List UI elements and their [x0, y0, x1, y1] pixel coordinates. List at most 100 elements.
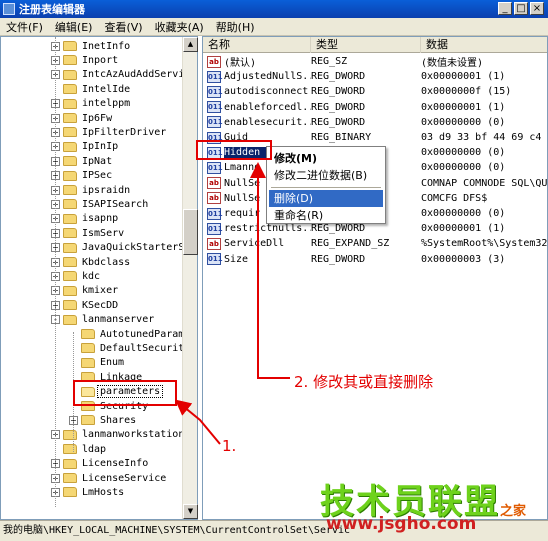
tree-item[interactable]: + LicenseInfo [51, 457, 150, 471]
context-menu: 修改(M) 修改二进位数据(B) 删除(D) 重命名(R) [266, 146, 386, 224]
minimize-button[interactable]: _ [498, 2, 512, 15]
tree-item-label: Inport [82, 54, 119, 66]
tree-guide-line [55, 37, 56, 507]
tree-item[interactable]: + ISAPISearch [51, 197, 150, 211]
tree-item[interactable]: ldap [51, 442, 108, 456]
tree-item[interactable]: + JavaQuickStarterSe [51, 241, 192, 255]
scroll-down-arrow-icon[interactable]: ▼ [183, 504, 198, 519]
string-value-icon: ab [207, 237, 221, 250]
tree-item-label: KSecDD [82, 299, 119, 311]
folder-icon [63, 127, 77, 138]
tree-item-label: Ip6Fw [82, 112, 113, 124]
tree-item[interactable]: + IpNat [51, 154, 114, 168]
string-value-icon: ab [207, 177, 221, 190]
value-row[interactable]: 011 AdjustedNullS... REG_DWORD 0x00000001 (… [203, 69, 547, 84]
tree-item-label: lanmanworkstation [82, 429, 185, 441]
highlight-box-parameters-key [73, 380, 177, 406]
value-data: 0x00000000 (0) [421, 147, 506, 159]
value-data: 0x00000001 (1) [421, 71, 506, 83]
tree-item[interactable]: Enum [69, 356, 126, 370]
tree-item-label: intelppm [82, 98, 131, 110]
folder-icon [63, 156, 77, 167]
tree-item[interactable]: + isapnp [51, 212, 120, 226]
string-value-icon: ab [207, 192, 221, 205]
context-menu-modify[interactable]: 修改(M) [269, 150, 383, 167]
folder-icon [81, 329, 95, 339]
tree-item[interactable]: + InetInfo [51, 39, 132, 53]
value-row[interactable]: ab (默认) REG_SZ (数值未设置) [203, 54, 547, 69]
regedit-app-icon [3, 3, 15, 15]
tree-item-label: IpNat [82, 155, 113, 167]
value-row[interactable]: 011 enablesecurit... REG_DWORD 0x00000000 (… [203, 115, 547, 130]
context-menu-rename[interactable]: 重命名(R) [269, 207, 383, 224]
folder-icon [63, 98, 77, 109]
menu-favorites[interactable]: 收藏夹(A) [149, 19, 210, 35]
context-menu-modify-binary[interactable]: 修改二进位数据(B) [269, 167, 383, 184]
context-menu-separator [271, 187, 381, 188]
value-type: REG_DWORD [311, 253, 366, 265]
folder-icon [63, 170, 77, 181]
value-data: 0x00000003 (3) [421, 253, 506, 265]
value-row[interactable]: 011 autodisconnect REG_DWORD 0x0000000f (15… [203, 84, 547, 99]
tree-item[interactable]: DefaultSecurity [69, 341, 192, 355]
value-data: 0x00000001 (1) [421, 223, 506, 235]
value-row[interactable]: 011 Size REG_DWORD 0x00000003 (3) [203, 252, 547, 267]
registry-key-tree[interactable]: + InetInfo + Inport + IntcAzAudAddServic Intel… [0, 36, 198, 520]
tree-item[interactable]: + IpFilterDriver [51, 125, 168, 139]
folder-icon [63, 300, 77, 311]
tree-vertical-scrollbar[interactable]: ▲ ▼ [182, 37, 198, 519]
tree-item[interactable]: + lanmanworkstation [51, 428, 186, 442]
scroll-thumb[interactable] [183, 209, 198, 255]
tree-item-label: InetInfo [82, 40, 131, 52]
value-data: COMNAP COMNODE SQL\QUE [421, 177, 548, 189]
registry-values-list[interactable]: 名称 类型 数据 ab (默认) REG_SZ (数值未设置) 011 AdjustedN… [202, 36, 548, 520]
menu-view[interactable]: 查看(V) [98, 19, 148, 35]
tree-item[interactable]: AutotunedParame [69, 327, 192, 341]
tree-item[interactable]: + IPSec [51, 169, 114, 183]
column-header-name[interactable]: 名称 [203, 37, 311, 53]
tree-item[interactable]: - lanmanserver [51, 313, 156, 327]
tree-item-label: LicenseService [82, 472, 167, 484]
menu-file[interactable]: 文件(F) [0, 19, 49, 35]
tree-item[interactable]: + kdc [51, 269, 102, 283]
tree-item[interactable]: + ipsraidn [51, 183, 132, 197]
folder-icon [63, 213, 77, 224]
tree-item-label: kdc [82, 270, 101, 282]
tree-item-label: Kbdclass [82, 256, 131, 268]
tree-item[interactable]: + Inport [51, 53, 120, 67]
value-data: 0x00000001 (1) [421, 101, 506, 113]
value-row[interactable]: ab ServiceDll REG_EXPAND_SZ %SystemRoot%\Sy… [203, 236, 547, 251]
tree-item[interactable]: + KSecDD [51, 298, 120, 312]
watermark-url: www.jsgho.com [326, 514, 477, 534]
tree-item[interactable]: + IpInIp [51, 140, 120, 154]
tree-item[interactable]: + LicenseService [51, 471, 168, 485]
value-data: 0x00000000 (0) [421, 116, 506, 128]
title-bar[interactable]: 注册表编辑器 _ □ × [0, 0, 548, 18]
maximize-button[interactable]: □ [514, 2, 528, 15]
value-row[interactable]: 011 enableforcedl... REG_DWORD 0x00000001 (… [203, 100, 547, 115]
binary-value-icon: 011 [207, 161, 223, 174]
close-button[interactable]: × [530, 2, 544, 15]
tree-item[interactable]: + IntcAzAudAddServic [51, 68, 192, 82]
menu-help[interactable]: 帮助(H) [210, 19, 261, 35]
folder-icon [63, 84, 77, 95]
tree-item-label: LicenseInfo [82, 458, 149, 470]
scroll-up-arrow-icon[interactable]: ▲ [183, 37, 198, 52]
tree-item[interactable]: + Shares [69, 413, 138, 427]
column-header-type[interactable]: 类型 [311, 37, 421, 53]
value-type: REG_SZ [311, 56, 348, 67]
tree-item[interactable]: IntelIde [51, 82, 132, 96]
column-header-data[interactable]: 数据 [421, 37, 547, 53]
tree-item[interactable]: + IsmServ [51, 226, 126, 240]
tree-item[interactable]: + Kbdclass [51, 255, 132, 269]
tree-item-label: ISAPISearch [82, 198, 149, 210]
value-data: (数值未设置) [421, 58, 484, 69]
menu-edit[interactable]: 编辑(E) [49, 19, 99, 35]
folder-icon [63, 69, 77, 80]
folder-icon [63, 228, 77, 239]
tree-item[interactable]: + Ip6Fw [51, 111, 114, 125]
tree-item[interactable]: + LmHosts [51, 485, 126, 499]
tree-item[interactable]: + kmixer [51, 284, 120, 298]
context-menu-delete[interactable]: 删除(D) [269, 190, 383, 207]
tree-item[interactable]: + intelppm [51, 97, 132, 111]
